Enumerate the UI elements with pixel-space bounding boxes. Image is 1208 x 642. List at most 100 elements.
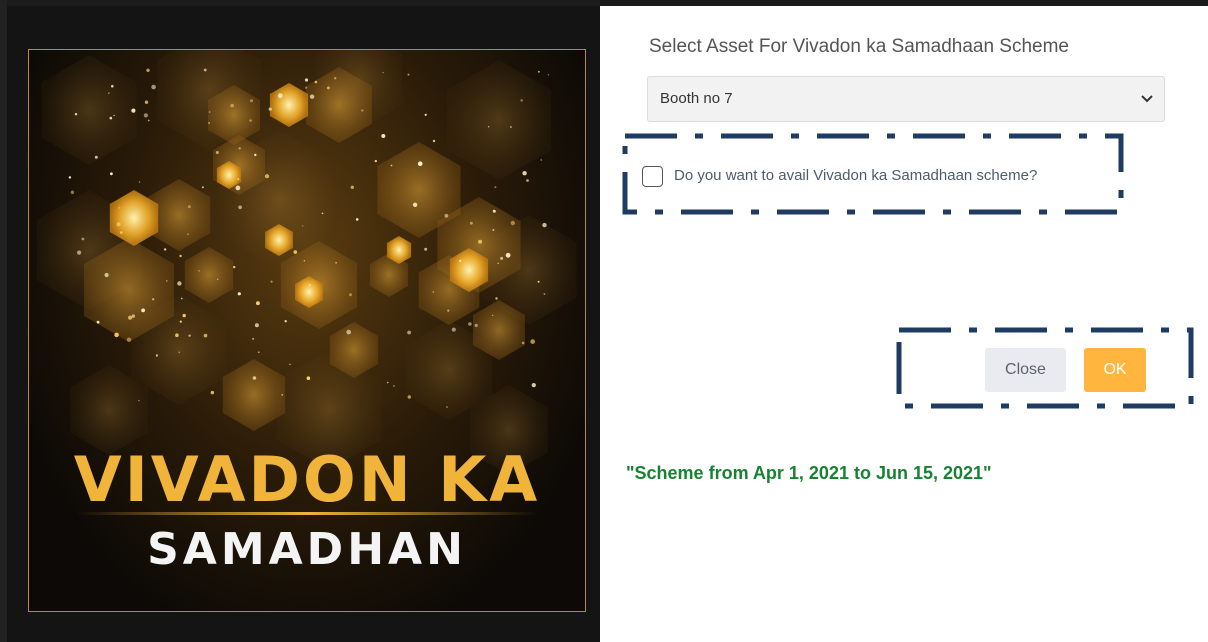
sparkle bbox=[542, 222, 547, 228]
avail-scheme-label: Do you want to avail Vivadon ka Samadhaa… bbox=[674, 167, 1038, 184]
avail-scheme-checkbox[interactable] bbox=[642, 166, 663, 187]
sparkle bbox=[491, 314, 494, 317]
sparkle bbox=[407, 330, 411, 335]
sparkle bbox=[94, 155, 98, 159]
asset-select[interactable]: Booth no 7 bbox=[647, 76, 1165, 122]
sparkle bbox=[264, 174, 270, 179]
sparkle bbox=[96, 320, 100, 324]
asset-select-value: Booth no 7 bbox=[660, 90, 733, 107]
sparkle bbox=[68, 176, 72, 179]
sparkle bbox=[238, 147, 241, 150]
sparkle bbox=[447, 309, 450, 312]
sparkle bbox=[254, 323, 259, 328]
poster-title-line1: VIVADON KA bbox=[73, 443, 541, 516]
sparkle bbox=[198, 270, 200, 272]
hexagon-shape bbox=[41, 55, 137, 165]
sparkle bbox=[538, 71, 540, 73]
sparkle bbox=[138, 181, 141, 183]
sparkle bbox=[237, 178, 240, 181]
sparkle bbox=[233, 265, 236, 269]
sparkle bbox=[126, 337, 132, 342]
sparkle bbox=[166, 280, 168, 282]
sparkle bbox=[254, 153, 257, 157]
sparkle bbox=[235, 185, 241, 191]
sparkle bbox=[346, 329, 352, 335]
sparkle bbox=[113, 114, 115, 117]
window-left-edge bbox=[0, 0, 7, 642]
sparkle bbox=[217, 278, 219, 280]
sparkle bbox=[203, 68, 207, 72]
sparkle bbox=[128, 315, 133, 320]
sparkle bbox=[407, 73, 410, 76]
sparkle bbox=[417, 161, 423, 166]
hexagon-shape bbox=[447, 60, 551, 180]
sparkle bbox=[446, 406, 448, 408]
sparkle bbox=[110, 172, 113, 176]
sparkle bbox=[308, 284, 311, 286]
sparkle bbox=[201, 186, 204, 189]
sparkle bbox=[530, 339, 535, 344]
sparkle bbox=[151, 84, 156, 90]
sparkle bbox=[520, 99, 523, 102]
sparkle bbox=[306, 376, 311, 381]
sparkle bbox=[203, 333, 208, 338]
hexagon-shape bbox=[222, 359, 286, 431]
sparkle bbox=[178, 351, 181, 354]
sparkle bbox=[118, 206, 121, 209]
sparkle bbox=[393, 385, 395, 387]
sparkle bbox=[304, 78, 309, 82]
sparkle bbox=[451, 327, 456, 332]
sparkle bbox=[182, 313, 186, 318]
sparkle bbox=[350, 185, 354, 189]
sparkle bbox=[444, 213, 449, 218]
sparkle bbox=[74, 113, 78, 116]
sparkle bbox=[474, 323, 478, 327]
sparkle bbox=[188, 334, 191, 337]
sparkle bbox=[120, 231, 123, 234]
sparkle bbox=[459, 259, 462, 262]
chevron-down-icon bbox=[1141, 95, 1153, 103]
sparkle bbox=[497, 262, 500, 265]
sparkle bbox=[390, 164, 393, 167]
sparkle bbox=[305, 86, 308, 89]
sparkle bbox=[335, 262, 337, 264]
sparkle bbox=[104, 272, 109, 278]
sparkle bbox=[81, 237, 85, 241]
sparkle bbox=[492, 229, 495, 231]
sparkle bbox=[495, 297, 498, 300]
sparkle bbox=[146, 68, 150, 72]
sparkle bbox=[208, 111, 211, 113]
sparkle bbox=[152, 298, 155, 301]
sparkle bbox=[210, 390, 215, 395]
scheme-period-note: "Scheme from Apr 1, 2021 to Jun 15, 2021… bbox=[626, 463, 992, 483]
sparkle bbox=[327, 86, 330, 90]
sparkle bbox=[531, 383, 536, 388]
sparkle bbox=[488, 126, 490, 128]
sparkle bbox=[147, 119, 150, 122]
sparkle bbox=[257, 351, 260, 354]
sparkle bbox=[521, 341, 525, 345]
sparkle bbox=[249, 119, 252, 122]
sparkle bbox=[131, 314, 135, 318]
sparkle bbox=[270, 280, 273, 283]
sparkle bbox=[321, 212, 324, 215]
sparkle bbox=[361, 109, 364, 112]
sparkle bbox=[187, 233, 189, 235]
sparkle bbox=[424, 247, 428, 251]
sparkle bbox=[230, 103, 234, 108]
sparkle bbox=[510, 220, 515, 226]
ok-button[interactable]: OK bbox=[1084, 348, 1146, 392]
sparkle bbox=[412, 202, 418, 207]
sparkle bbox=[237, 292, 241, 296]
close-button[interactable]: Close bbox=[985, 348, 1066, 392]
sparkle bbox=[303, 259, 306, 262]
sparkle bbox=[252, 376, 257, 380]
sparkle bbox=[374, 159, 377, 163]
sparkle bbox=[111, 84, 114, 88]
sparkle bbox=[382, 72, 384, 74]
sparkle bbox=[334, 77, 337, 80]
hexagon-shape bbox=[269, 83, 309, 127]
sparkle bbox=[526, 179, 529, 182]
sparkle bbox=[424, 113, 427, 116]
sparkle bbox=[114, 332, 119, 338]
